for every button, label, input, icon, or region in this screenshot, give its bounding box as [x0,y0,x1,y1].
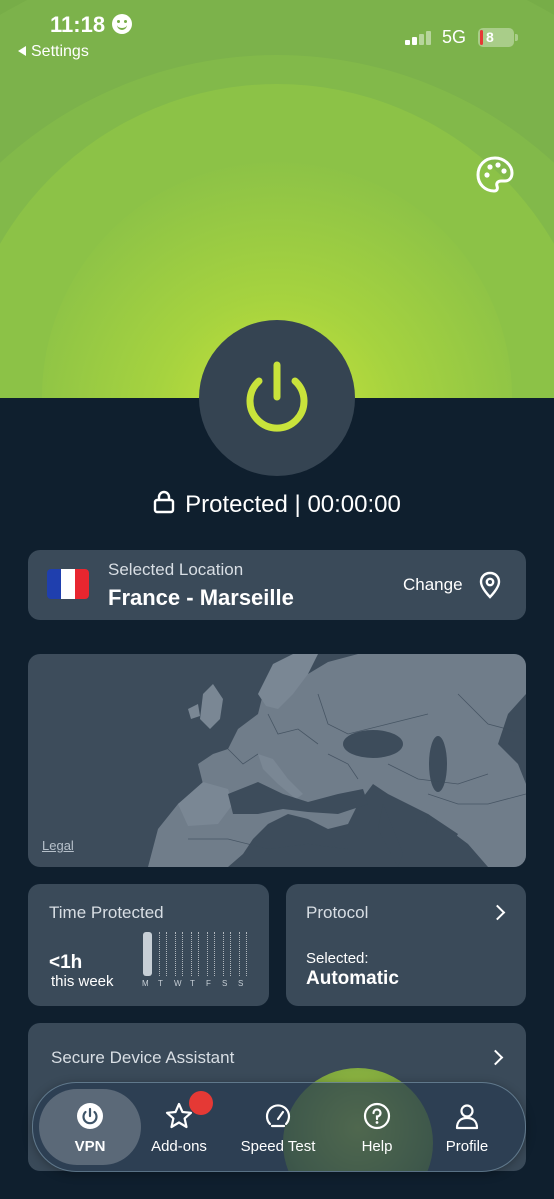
tab-label: Help [361,1138,393,1155]
time-protected-title: Time Protected [49,903,164,922]
day-label: W [174,979,182,988]
power-icon [246,361,308,432]
connect-button[interactable] [199,320,355,476]
tab-label: VPN [74,1138,106,1155]
battery-icon: 8 [478,28,518,47]
status-bar: 11:18 Settings 5G 8 [0,0,554,70]
connection-status: Protected | 00:00:00 [0,490,554,519]
day-label: T [158,979,163,988]
time-protected-card[interactable]: Time Protected <1h this week M T W T F S… [28,884,269,1006]
location-label: Selected Location [108,560,244,579]
back-to-settings-link[interactable]: Settings [18,43,89,61]
map-card[interactable]: Legal [28,654,526,867]
day-column: T [157,932,171,988]
france-flag-icon [47,569,89,599]
protocol-selected-label: Selected: [306,950,369,967]
speedometer-icon [265,1104,291,1128]
protocol-card[interactable]: Protocol Selected: Automatic [286,884,526,1006]
lock-icon [153,490,175,514]
day-column: T [189,932,203,988]
signal-icon [405,31,433,45]
protocol-value: Automatic [306,968,399,989]
day-column: S [237,932,251,988]
smiley-icon [112,14,132,34]
europe-map [148,654,526,867]
day-label: T [190,979,195,988]
legal-link[interactable]: Legal [42,838,74,853]
tab-vpn[interactable]: VPN [39,1089,141,1165]
tab-add-ons[interactable]: Add-ons [129,1083,229,1171]
tab-profile[interactable]: Profile [417,1083,517,1171]
tab-speed-test[interactable]: Speed Test [228,1083,328,1171]
chevron-right-icon [487,1049,504,1066]
tab-label: Add-ons [151,1138,207,1155]
day-label: S [222,979,228,988]
time-protected-subtitle: this week [51,973,114,990]
network-type: 5G [442,27,467,47]
connection-status-text: Protected | 00:00:00 [185,491,401,518]
notification-badge [189,1091,213,1115]
tab-label: Profile [445,1138,489,1155]
day-column: S [221,932,235,988]
battery-level: 8 [486,29,494,45]
clock: 11:18 [50,12,106,37]
weekly-usage-chart: M T W T F S S [141,932,253,988]
day-column: M [141,932,155,988]
day-column: F [205,932,219,988]
day-column: W [173,932,187,988]
protocol-title: Protocol [306,903,369,922]
power-icon [77,1103,103,1129]
bottom-tab-bar: VPN Add-ons Speed Test Help Profile [32,1082,526,1172]
day-label: M [142,979,149,988]
day-label: S [238,979,244,988]
back-label: Settings [31,43,89,60]
change-location-button[interactable]: Change [403,575,463,595]
back-arrow-icon [18,46,26,56]
help-icon [363,1102,391,1130]
chevron-right-icon [489,904,506,921]
tab-help[interactable]: Help [327,1083,427,1171]
location-pin-icon[interactable] [478,571,502,599]
tab-label: Speed Test [240,1138,316,1155]
secure-device-assistant-title: Secure Device Assistant [51,1048,235,1067]
person-icon [455,1104,479,1130]
palette-icon[interactable] [475,155,515,195]
time-protected-value: <1h [49,952,83,973]
location-value: France - Marseille [108,585,294,610]
selected-location-card[interactable]: Selected Location France - Marseille Cha… [28,550,526,620]
day-label: F [206,979,211,988]
